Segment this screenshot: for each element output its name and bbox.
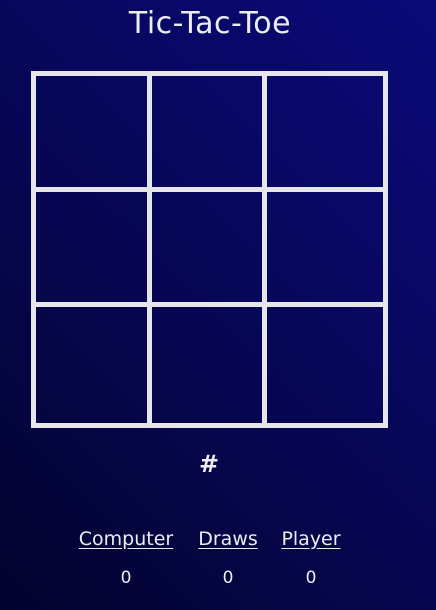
score-draws: Draws 0	[190, 528, 266, 588]
board-cell-9[interactable]	[267, 307, 383, 423]
board-cell-4[interactable]	[36, 191, 152, 308]
board-cell-6[interactable]	[267, 192, 383, 308]
score-player-label: Player	[281, 528, 341, 550]
score-computer: Computer 0	[72, 528, 180, 588]
game-title: Tic-Tac-Toe	[128, 6, 292, 41]
board-cell-3[interactable]	[267, 76, 383, 192]
board-cell-1[interactable]	[36, 76, 152, 192]
turn-indicator: #	[198, 450, 220, 478]
board-cell-7[interactable]	[36, 307, 152, 423]
board-cell-2[interactable]	[151, 76, 268, 192]
score-player: Player 0	[275, 528, 347, 588]
board-cell-5[interactable]	[151, 191, 268, 308]
score-draws-label: Draws	[198, 528, 258, 550]
score-player-value: 0	[305, 568, 317, 588]
score-computer-value: 0	[120, 568, 132, 588]
score-draws-value: 0	[222, 568, 234, 588]
board-cell-8[interactable]	[152, 307, 268, 423]
score-computer-label: Computer	[78, 528, 174, 550]
scoreboard: Computer 0 Draws 0 Player 0	[0, 528, 436, 598]
game-board	[31, 71, 388, 428]
